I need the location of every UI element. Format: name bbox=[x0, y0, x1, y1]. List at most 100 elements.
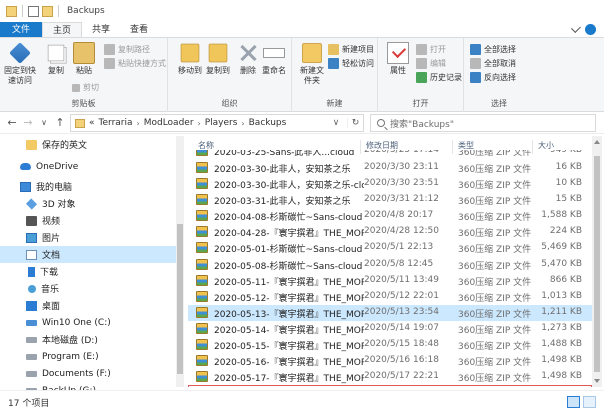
title-bar: Backups bbox=[0, 0, 604, 22]
divider bbox=[58, 5, 59, 17]
zip-archive-icon bbox=[196, 274, 208, 286]
item-count: 17 个项目 bbox=[8, 398, 50, 409]
tab-view[interactable]: 查看 bbox=[120, 22, 158, 37]
file-date: 2020/5/16 16:18 bbox=[364, 355, 439, 366]
file-date: 2020/3/30 23:51 bbox=[364, 178, 439, 189]
open-button[interactable]: 打开 bbox=[416, 44, 446, 55]
breadcrumb-modloader[interactable]: ModLoader bbox=[144, 118, 194, 128]
table-row[interactable]: 2020-05-13-『寰宇撰君』THE_MORDE...2020/5/13 2… bbox=[188, 304, 592, 321]
breadcrumb-players[interactable]: Players bbox=[205, 118, 238, 128]
file-size: 866 KB bbox=[549, 274, 582, 285]
open-icon bbox=[416, 44, 427, 55]
table-row[interactable]: 2020-03-25-Sans-此非人...cloud 2020/3/25 17:… bbox=[188, 150, 592, 160]
nav-item-downloads[interactable]: 下载 bbox=[0, 263, 176, 280]
invert-selection-button[interactable]: 反向选择 bbox=[470, 72, 516, 83]
file-list-scrollbar[interactable] bbox=[592, 136, 602, 387]
nav-item-videos[interactable]: 视频 bbox=[0, 212, 176, 229]
large-icons-view-icon[interactable] bbox=[583, 396, 596, 408]
table-row[interactable]: 2020-05-12-『寰宇撰君』THE_MORDE...2020/5/12 2… bbox=[188, 289, 592, 305]
copy-path-button[interactable]: 复制路径 bbox=[104, 44, 150, 55]
recent-locations-button[interactable]: ∨ bbox=[36, 115, 52, 131]
table-row[interactable]: 2020-05-01-杉斯碳忙~Sans-cloud 2020/5/1 22:13… bbox=[188, 240, 592, 256]
file-list: 名称 修改日期 类型 大小 2020-03-25-Sans-此非人...clou… bbox=[188, 136, 604, 387]
properties-button[interactable]: 属性 bbox=[380, 42, 416, 76]
chevron-down-icon[interactable]: ∨ bbox=[329, 118, 343, 128]
up-button[interactable]: ↑ bbox=[52, 115, 68, 131]
copy-path-icon bbox=[104, 44, 115, 55]
history-icon bbox=[416, 72, 427, 83]
folder-icon[interactable] bbox=[6, 5, 17, 17]
scrollbar-thumb[interactable] bbox=[177, 224, 183, 374]
file-date: 2020/5/12 22:01 bbox=[364, 290, 439, 301]
window-title: Backups bbox=[67, 6, 105, 16]
tab-share[interactable]: 共享 bbox=[82, 22, 120, 37]
paste-shortcut-button[interactable]: 粘贴快捷方式 bbox=[104, 58, 166, 69]
nav-scrollbar[interactable] bbox=[176, 136, 184, 387]
nav-item-3d-objects[interactable]: 3D 对象 bbox=[0, 195, 176, 212]
documents-icon bbox=[26, 249, 37, 260]
address-bar: ← → ∨ ↑ « Terraria › ModLoader › Players… bbox=[0, 112, 604, 134]
file-name: 2020-03-25-Sans-此非人...cloud bbox=[214, 150, 355, 158]
select-all-button[interactable]: 全部选择 bbox=[470, 44, 516, 55]
breadcrumb-backups[interactable]: Backups bbox=[249, 118, 287, 128]
table-row[interactable]: 2020-05-17-『寰宇撰君』THE_MORDE...2020/5/17 2… bbox=[188, 369, 592, 385]
table-row[interactable]: 2020-03-30-此非人，安知茶之乐-cloud 2020/3/30 23:5… bbox=[188, 176, 592, 192]
file-date: 2020/3/30 23:11 bbox=[364, 162, 439, 172]
nav-item-documents[interactable]: 文档 bbox=[0, 246, 176, 263]
new-item-button[interactable]: 新建项目 bbox=[328, 44, 374, 55]
edit-button[interactable]: 编辑 bbox=[416, 58, 446, 69]
back-button[interactable]: ← bbox=[4, 115, 20, 131]
address-input[interactable]: « Terraria › ModLoader › Players › Backu… bbox=[70, 114, 364, 132]
scrollbar-thumb[interactable] bbox=[594, 156, 600, 372]
rename-button[interactable]: 重命名 bbox=[256, 42, 292, 76]
table-row[interactable]: 2020-05-08-杉斯碳忙~Sans-cloud 2020/5/8 12:45… bbox=[188, 257, 592, 273]
zip-archive-icon bbox=[196, 306, 208, 318]
music-icon bbox=[28, 284, 36, 293]
forward-button[interactable]: → bbox=[20, 115, 36, 131]
table-row[interactable]: 2020-05-18-『寰宇撰君』THE_MORDE2020/5/18 9:20… bbox=[188, 385, 592, 387]
nav-item-pictures[interactable]: 图片 bbox=[0, 229, 176, 246]
chevron-down-icon[interactable] bbox=[571, 22, 581, 33]
properties-icon[interactable] bbox=[28, 5, 39, 17]
nav-item-drive-d[interactable]: 本地磁盘 (D:) bbox=[0, 331, 176, 348]
tab-home[interactable]: 主页 bbox=[42, 22, 83, 37]
nav-item-drive-c[interactable]: Win10 One (C:) bbox=[0, 314, 176, 331]
onedrive-icon bbox=[20, 163, 31, 170]
nav-item-music[interactable]: 音乐 bbox=[0, 280, 176, 297]
pin-quick-access-button[interactable]: 固定到快速访问 bbox=[2, 42, 38, 86]
help-icon[interactable] bbox=[585, 24, 596, 35]
table-row[interactable]: 2020-03-31-此非人，安知茶之乐 2020/3/31 21:12 360压缩… bbox=[188, 192, 592, 208]
table-row[interactable]: 2020-05-15-『寰宇撰君』THE_MORDE...2020/5/15 1… bbox=[188, 337, 592, 353]
new-group: 新建文件夹 新建项目 轻松访问 新建 bbox=[292, 38, 378, 112]
nav-item-desktop[interactable]: 桌面 bbox=[0, 297, 176, 314]
file-size: 1,498 KB bbox=[541, 371, 582, 382]
tab-file[interactable]: 文件 bbox=[0, 22, 43, 37]
cut-button[interactable]: 剪切 bbox=[72, 82, 99, 93]
scroll-down-icon[interactable] bbox=[594, 379, 600, 383]
refresh-icon[interactable]: ↻ bbox=[347, 118, 363, 128]
nav-item-this-pc[interactable]: 我的电脑 bbox=[0, 178, 176, 195]
new-folder-button[interactable]: 新建文件夹 bbox=[294, 42, 330, 86]
new-folder-icon[interactable] bbox=[42, 5, 53, 17]
history-button[interactable]: 历史记录 bbox=[416, 72, 462, 83]
table-row[interactable]: 2020-03-30-此非人，安知茶之乐 2020/3/30 23:11 360压缩… bbox=[188, 160, 592, 176]
file-date: 2020/4/28 12:50 bbox=[364, 226, 439, 237]
file-name: 2020-05-08-杉斯碳忙~Sans-cloud bbox=[214, 261, 363, 272]
easy-access-button[interactable]: 轻松访问 bbox=[328, 58, 374, 69]
table-row[interactable]: 2020-05-16-『寰宇撰君』THE_MORDE...2020/5/16 1… bbox=[188, 353, 592, 369]
nav-item-drive-f[interactable]: Documents (F:) bbox=[0, 365, 176, 382]
table-row[interactable]: 2020-04-28-『寰宇撰君』THE_MORDE...2020/4/28 1… bbox=[188, 224, 592, 240]
table-row[interactable]: 2020-04-08-杉斯碳忙~Sans-cloud 2020/4/8 20:17… bbox=[188, 208, 592, 224]
windows-drive-icon bbox=[26, 319, 37, 326]
nav-item-saved[interactable]: 保存的英文 bbox=[0, 136, 176, 153]
breadcrumb-terraria[interactable]: Terraria bbox=[99, 118, 133, 128]
table-row[interactable]: 2020-05-11-『寰宇撰君』THE_MORDE...2020/5/11 1… bbox=[188, 273, 592, 289]
select-none-button[interactable]: 全部取消 bbox=[470, 58, 516, 69]
nav-item-onedrive[interactable]: OneDrive bbox=[0, 158, 176, 175]
search-input[interactable]: 搜索"Backups" bbox=[370, 114, 596, 132]
paste-button[interactable]: 粘贴 bbox=[66, 42, 102, 76]
scroll-up-icon[interactable] bbox=[594, 140, 600, 144]
nav-item-drive-e[interactable]: Program (E:) bbox=[0, 348, 176, 365]
table-row[interactable]: 2020-05-14-『寰宇撰君』THE_MORDE...2020/5/14 1… bbox=[188, 321, 592, 337]
details-view-icon[interactable] bbox=[567, 396, 580, 408]
